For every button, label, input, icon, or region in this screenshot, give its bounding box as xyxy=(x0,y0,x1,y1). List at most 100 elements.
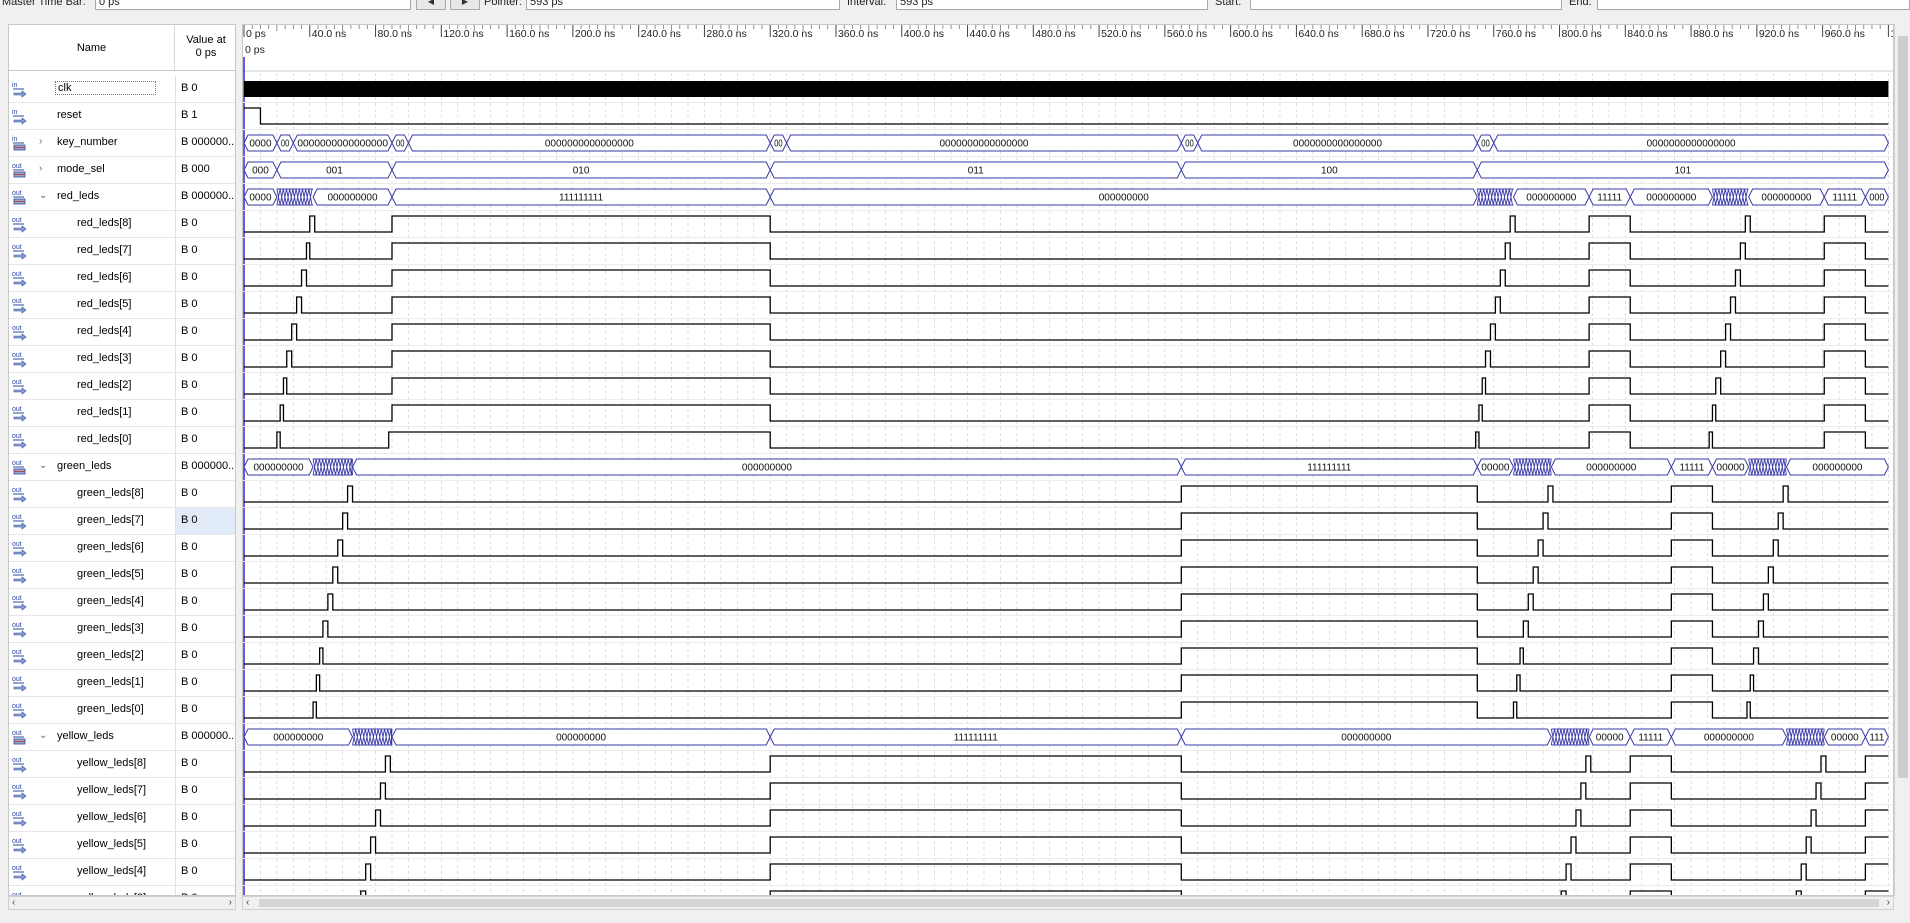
vertical-scroll-thumb[interactable] xyxy=(1898,36,1908,778)
end-field[interactable] xyxy=(1597,0,1910,10)
signal-row[interactable]: out yellow_leds[4] B 0 xyxy=(9,859,235,886)
signal-row[interactable]: out green_leds[5] B 0 xyxy=(9,562,235,589)
signal-row[interactable]: out green_leds[3] B 0 xyxy=(9,616,235,643)
signal-row[interactable]: out yellow_leds[8] B 0 xyxy=(9,751,235,778)
svg-text:in: in xyxy=(12,136,18,143)
bus-glitch-segment[interactable] xyxy=(312,458,353,476)
signal-value: B 1 xyxy=(175,103,235,129)
waveform-vertical-scrollbar[interactable] xyxy=(1894,24,1910,896)
bit-waveform-red_leds[5][interactable] xyxy=(244,296,1889,314)
signal-row[interactable]: in › key_number B 000000... xyxy=(9,130,235,157)
signal-row[interactable]: out green_leds[7] B 0 xyxy=(9,508,235,535)
signal-row[interactable]: out red_leds[8] B 0 xyxy=(9,211,235,238)
signal-row[interactable]: out green_leds[6] B 0 xyxy=(9,535,235,562)
horizontal-scroll-thumb[interactable] xyxy=(259,899,1879,907)
bus-glitch-segment[interactable] xyxy=(1550,728,1590,746)
waveform-canvas[interactable]: 0 ps 40.0 ns 80.0 ns 120.0 ns 160.0 ns 200.0 … xyxy=(243,25,1894,896)
signal-row[interactable]: out red_leds[2] B 0 xyxy=(9,373,235,400)
bus-segment-value: 101 xyxy=(1675,166,1692,177)
input-pin-icon: in xyxy=(12,109,27,125)
signal-row[interactable]: out green_leds[1] B 0 xyxy=(9,670,235,697)
signal-name: red_leds[7] xyxy=(77,244,132,256)
bit-waveform-green_leds[3][interactable] xyxy=(244,620,1889,638)
signal-value: B 0 xyxy=(175,832,235,858)
pointer-field[interactable]: 593 ps xyxy=(526,0,840,10)
bus-glitch-segment[interactable] xyxy=(352,728,393,746)
clock-waveform[interactable] xyxy=(244,81,1889,97)
collapse-chevron-icon[interactable]: ⌄ xyxy=(39,459,49,473)
collapse-chevron-icon[interactable]: ⌄ xyxy=(39,189,49,203)
start-field[interactable] xyxy=(1250,0,1562,10)
signal-row[interactable]: out yellow_leds[7] B 0 xyxy=(9,778,235,805)
signal-row[interactable]: out yellow_leds[6] B 0 xyxy=(9,805,235,832)
signal-value: B 0 xyxy=(175,211,235,237)
waveform-pane[interactable]: 0 ps 40.0 ns 80.0 ns 120.0 ns 160.0 ns 200.0 … xyxy=(242,24,1894,896)
signal-row[interactable]: out red_leds[0] B 0 xyxy=(9,427,235,454)
bit-waveform-red_leds[3][interactable] xyxy=(244,350,1889,368)
svg-text:out: out xyxy=(12,514,22,521)
output-pin-icon: out xyxy=(12,757,27,773)
signal-row[interactable]: out red_leds[6] B 0 xyxy=(9,265,235,292)
output-pin-icon: out xyxy=(12,406,27,422)
expand-chevron-icon[interactable]: › xyxy=(39,162,49,176)
svg-text:out: out xyxy=(12,595,22,602)
previous-transition-button[interactable]: ◀ xyxy=(416,0,446,10)
name-column-header[interactable]: Name xyxy=(9,25,175,71)
bit-waveform-red_leds[1][interactable] xyxy=(244,404,1889,422)
bit-waveform-green_leds[5][interactable] xyxy=(244,566,1889,584)
signal-list-horizontal-scrollbar[interactable]: ‹ › xyxy=(8,896,236,910)
waveform-horizontal-scrollbar[interactable]: ‹ › xyxy=(242,896,1894,910)
bit-waveform-yellow_leds[5][interactable] xyxy=(244,836,1889,854)
bus-segment-value: 11111 xyxy=(1638,733,1663,744)
bit-waveform-red_leds[7][interactable] xyxy=(244,242,1889,260)
time-tick-label: 480.0 ns xyxy=(1035,28,1075,40)
scroll-left-arrow-icon[interactable]: ‹ xyxy=(246,897,249,909)
signal-row[interactable]: out ⌄ red_leds B 000000... xyxy=(9,184,235,211)
time-tick-label: 920.0 ns xyxy=(1759,28,1799,40)
signal-row[interactable]: out › mode_sel B 000 xyxy=(9,157,235,184)
signal-row[interactable]: out green_leds[8] B 0 xyxy=(9,481,235,508)
time-tick-label: 320.0 ns xyxy=(772,28,812,40)
time-tick-label: 720.0 ns xyxy=(1430,28,1470,40)
signal-value: B 000000... xyxy=(175,454,235,480)
scroll-right-arrow-icon[interactable]: › xyxy=(229,897,232,909)
value-column-header[interactable]: Value at 0 ps xyxy=(175,25,235,71)
bus-glitch-segment[interactable] xyxy=(1476,188,1514,206)
signal-row[interactable]: out red_leds[4] B 0 xyxy=(9,319,235,346)
bit-waveform-green_leds[1][interactable] xyxy=(244,674,1889,692)
next-transition-button[interactable]: ▶ xyxy=(450,0,480,10)
signal-row[interactable]: out red_leds[7] B 0 xyxy=(9,238,235,265)
bus-segment-value: 001 xyxy=(326,166,343,177)
bus-glitch-segment[interactable] xyxy=(1748,458,1787,476)
signal-row[interactable]: out ⌄ green_leds B 000000... xyxy=(9,454,235,481)
signal-row[interactable]: out green_leds[0] B 0 xyxy=(9,697,235,724)
bit-waveform-green_leds[7][interactable] xyxy=(244,512,1889,530)
signal-row[interactable]: out green_leds[4] B 0 xyxy=(9,589,235,616)
signal-row[interactable]: outyellow_leds[3]B 0 xyxy=(9,886,235,895)
signal-row[interactable]: out red_leds[5] B 0 xyxy=(9,292,235,319)
scroll-right-arrow-icon[interactable]: › xyxy=(1887,897,1890,909)
collapse-chevron-icon[interactable]: ⌄ xyxy=(39,729,49,743)
signal-row[interactable]: in reset B 1 xyxy=(9,103,235,130)
signal-value: B 0 xyxy=(175,616,235,642)
signal-row[interactable]: out red_leds[1] B 0 xyxy=(9,400,235,427)
bus-glitch-segment[interactable] xyxy=(1786,728,1825,746)
scroll-left-arrow-icon[interactable]: ‹ xyxy=(12,897,15,909)
bus-segment-value: 000000000 xyxy=(1812,463,1862,474)
signal-row[interactable]: in clk B 0 xyxy=(9,76,235,103)
time-tick-label: 840.0 ns xyxy=(1627,28,1667,40)
master-time-bar-field[interactable]: 0 ps xyxy=(95,0,411,10)
expand-chevron-icon[interactable]: › xyxy=(39,135,49,149)
interval-field[interactable]: 593 ps xyxy=(896,0,1208,10)
bus-glitch-segment[interactable] xyxy=(1712,188,1749,206)
bus-input-pin-icon: in xyxy=(12,136,26,151)
signal-row[interactable]: out ⌄ yellow_leds B 000000... xyxy=(9,724,235,751)
signal-row[interactable]: out yellow_leds[5] B 0 xyxy=(9,832,235,859)
bus-glitch-segment[interactable] xyxy=(276,188,314,206)
bit-waveform-yellow_leds[7][interactable] xyxy=(244,782,1889,800)
bus-segment-value: 000000000 xyxy=(254,463,304,474)
signal-row[interactable]: out green_leds[2] B 0 xyxy=(9,643,235,670)
signal-row[interactable]: out red_leds[3] B 0 xyxy=(9,346,235,373)
signal-value: B 0 xyxy=(175,859,235,885)
bus-glitch-segment[interactable] xyxy=(1513,458,1552,476)
